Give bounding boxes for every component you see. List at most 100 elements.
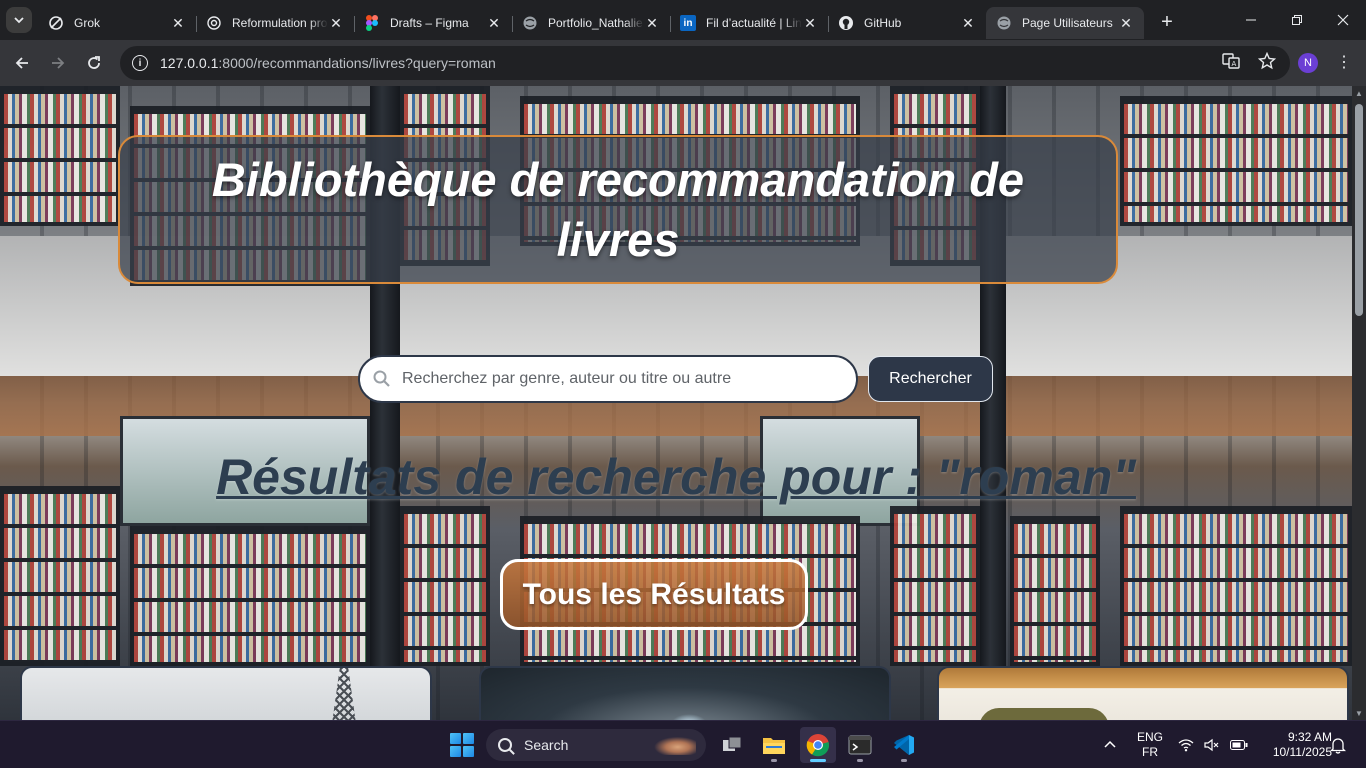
github-icon <box>838 15 854 31</box>
running-indicator <box>771 759 777 762</box>
globe-icon <box>996 15 1012 31</box>
close-icon[interactable]: ✕ <box>802 15 818 32</box>
close-icon[interactable]: ✕ <box>328 15 344 32</box>
url-host: 127.0.0.1 <box>160 55 219 71</box>
search-icon <box>498 738 512 752</box>
eiffel-tower-cover <box>330 668 358 720</box>
tab-page-utilisateurs[interactable]: Page Utilisateurs ✕ <box>986 7 1144 39</box>
running-indicator <box>901 759 907 762</box>
browser-toolbar: i 127.0.0.1:8000/recommandations/livres?… <box>0 40 1366 86</box>
scroll-down-arrow-icon[interactable]: ▼ <box>1352 706 1366 720</box>
globe-icon <box>522 15 538 31</box>
tab-portfolio[interactable]: Portfolio_Nathalie ✕ <box>512 7 670 39</box>
reload-icon <box>88 56 100 69</box>
task-view-icon[interactable] <box>714 727 750 763</box>
close-icon[interactable]: ✕ <box>960 15 976 32</box>
all-results-button[interactable]: Tous les Résultats <box>500 559 808 630</box>
tab-title: Grok <box>74 16 101 30</box>
results-heading: Résultats de recherche pour : "roman" <box>216 449 1136 505</box>
taskbar: Search ENG FR 9:32 AM 10/11/2025 <box>0 720 1366 768</box>
svg-text:A: A <box>1232 60 1237 68</box>
arrow-right-icon <box>52 57 65 69</box>
chevron-down-icon <box>14 17 24 24</box>
wifi-icon <box>1178 739 1194 752</box>
volume-muted-icon <box>1204 738 1219 752</box>
taskbar-search-label: Search <box>524 737 569 753</box>
tab-figma[interactable]: Drafts – Figma ✕ <box>354 7 512 39</box>
arrow-left-icon <box>15 57 28 69</box>
openai-icon <box>206 15 222 31</box>
more-menu-icon[interactable]: ⋮ <box>1334 52 1354 74</box>
show-hidden-icons[interactable] <box>1102 737 1118 753</box>
scroll-up-arrow-icon[interactable]: ▲ <box>1352 86 1366 100</box>
translate-icon[interactable]: A <box>1222 52 1240 75</box>
new-tab-button[interactable]: + <box>1152 7 1182 37</box>
plus-icon: + <box>1161 10 1173 33</box>
address-bar[interactable]: i 127.0.0.1:8000/recommandations/livres?… <box>120 46 1290 80</box>
vscode-icon[interactable] <box>886 727 922 763</box>
tab-title: Page Utilisateurs <box>1022 16 1113 30</box>
figma-icon <box>364 15 380 31</box>
reload-button[interactable] <box>76 45 112 81</box>
result-card[interactable] <box>20 666 432 720</box>
terminal-icon[interactable] <box>842 727 878 763</box>
open-book-cover <box>979 708 1109 720</box>
search-input[interactable] <box>402 370 832 388</box>
tab-grok[interactable]: Grok ✕ <box>38 7 196 39</box>
taskbar-search[interactable]: Search <box>486 729 706 761</box>
url-path: :8000/recommandations/livres?query=roman <box>218 55 496 71</box>
windows-start-icon[interactable] <box>450 733 474 757</box>
linkedin-icon: in <box>680 15 696 31</box>
chrome-icon[interactable] <box>800 727 836 763</box>
system-tray[interactable] <box>1178 735 1248 755</box>
language-bottom: FR <box>1142 745 1158 759</box>
grok-icon <box>48 15 64 31</box>
page-viewport: Bibliothèque de recommandation de livres… <box>0 86 1352 720</box>
running-indicator <box>810 759 826 762</box>
tab-reformulation[interactable]: Reformulation pro ✕ <box>196 7 354 39</box>
battery-icon <box>1230 740 1248 750</box>
search-icon <box>373 370 390 387</box>
close-window-button[interactable] <box>1320 0 1366 40</box>
close-icon[interactable]: ✕ <box>486 15 502 32</box>
minimize-button[interactable] <box>1228 0 1274 40</box>
clock-time: 9:32 AM <box>1287 730 1332 744</box>
bookmark-star-icon[interactable] <box>1257 51 1277 75</box>
info-icon[interactable]: i <box>132 55 148 71</box>
page-title: Bibliothèque de recommandation de livres <box>211 152 1025 266</box>
clock[interactable]: 9:32 AM 10/11/2025 <box>1252 730 1332 760</box>
minimize-icon <box>1246 19 1256 21</box>
tab-search-button[interactable] <box>6 7 32 33</box>
chevron-up-icon <box>1104 740 1116 748</box>
forward-button[interactable] <box>40 45 76 81</box>
profile-avatar[interactable]: N <box>1298 53 1318 73</box>
clock-date: 10/11/2025 <box>1272 745 1332 759</box>
close-icon <box>1337 14 1349 26</box>
close-icon[interactable]: ✕ <box>1118 15 1134 32</box>
scroll-thumb[interactable] <box>1355 104 1363 316</box>
tab-linkedin[interactable]: in Fil d’actualité | LinkedIn ✕ <box>670 7 828 39</box>
close-icon[interactable]: ✕ <box>170 15 186 32</box>
result-card[interactable] <box>937 666 1349 720</box>
tab-title: Reformulation pro <box>232 16 328 30</box>
tab-github[interactable]: GitHub ✕ <box>828 7 986 39</box>
tab-title: Drafts – Figma <box>390 16 469 30</box>
search-bar[interactable] <box>358 355 858 403</box>
url-text[interactable]: 127.0.0.1:8000/recommandations/livres?qu… <box>160 55 496 71</box>
tab-title: Portfolio_Nathalie <box>548 16 643 30</box>
header-banner: Bibliothèque de recommandation de livres <box>118 135 1118 284</box>
close-icon[interactable]: ✕ <box>644 15 660 32</box>
notification-bell-icon[interactable] <box>1329 736 1347 754</box>
result-card[interactable] <box>479 666 891 720</box>
search-highlight-icon <box>650 735 696 755</box>
search-button[interactable]: Rechercher <box>868 356 993 402</box>
page-scrollbar[interactable]: ▲ ▼ <box>1352 86 1366 720</box>
tab-strip: Grok ✕ Reformulation pro ✕ Drafts – Figm… <box>0 0 1366 40</box>
running-indicator <box>857 759 863 762</box>
back-button[interactable] <box>4 45 40 81</box>
restore-button[interactable] <box>1274 0 1320 40</box>
file-explorer-icon[interactable] <box>756 727 792 763</box>
language-indicator[interactable]: ENG FR <box>1136 730 1164 760</box>
language-top: ENG <box>1136 730 1163 744</box>
tab-title: GitHub <box>864 16 902 30</box>
